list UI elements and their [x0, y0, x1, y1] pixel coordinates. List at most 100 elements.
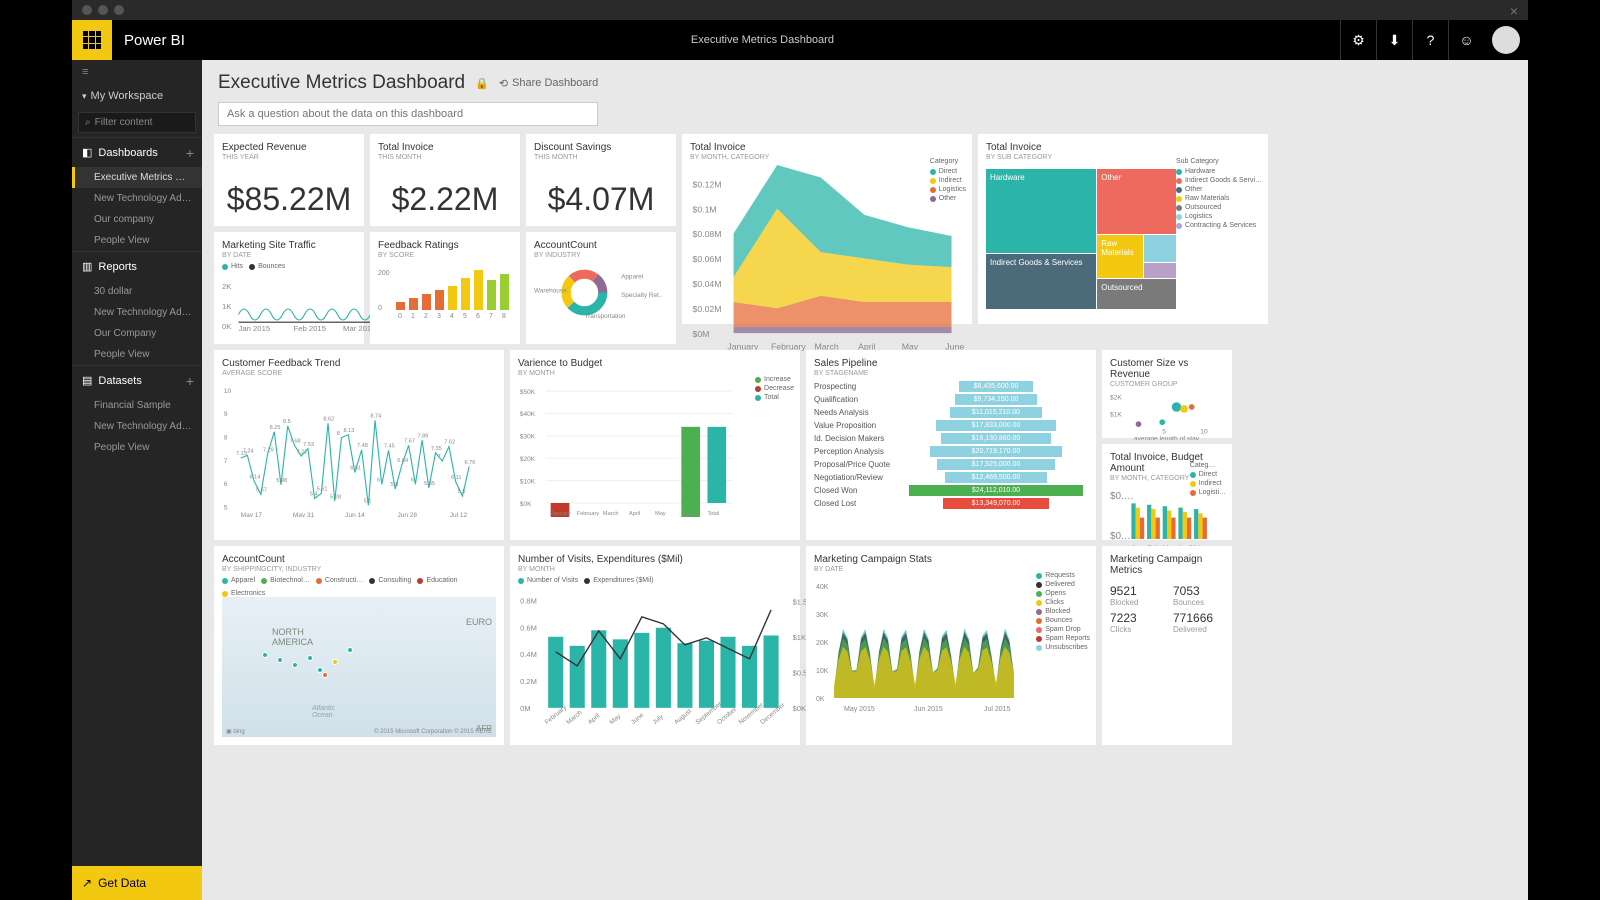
page-title: Executive Metrics Dashboard — [218, 72, 465, 94]
svg-text:May 17: May 17 — [241, 512, 263, 517]
qa-input[interactable] — [218, 102, 598, 126]
svg-text:$0.…: $0.… — [1110, 531, 1134, 542]
svg-text:$0K: $0K — [520, 501, 532, 508]
window-control-maximize[interactable] — [114, 5, 124, 15]
sidebar-item-report[interactable]: 30 dollar — [72, 281, 202, 302]
kpi-total-invoice[interactable]: Total Invoice THIS MONTH $2.22M — [370, 134, 520, 226]
svg-text:January: January — [551, 511, 571, 517]
settings-icon[interactable]: ⚙ — [1340, 20, 1376, 60]
svg-text:April: April — [629, 511, 640, 517]
svg-text:3: 3 — [437, 313, 441, 320]
svg-text:8.74: 8.74 — [370, 414, 381, 420]
share-button[interactable]: ⟲Share Dashboard — [499, 77, 598, 90]
hamburger-icon[interactable]: ≡ — [72, 60, 202, 84]
svg-text:$0.…: $0.… — [1110, 491, 1134, 502]
svg-text:$0M: $0M — [692, 329, 709, 339]
chart-variance[interactable]: Varience to Budget BY MONTH IncreaseDecr… — [510, 350, 800, 540]
svg-text:5.61: 5.61 — [317, 487, 328, 493]
svg-text:Feb 2015: Feb 2015 — [294, 324, 326, 331]
svg-text:6.14: 6.14 — [249, 474, 260, 480]
kpi-expected-revenue[interactable]: Expected Revenue THIS YEAR $85.22M — [214, 134, 364, 226]
svg-text:6.11: 6.11 — [451, 475, 461, 481]
add-dashboard-icon[interactable]: + — [186, 145, 194, 161]
sidebar-item-report[interactable]: New Technology Adopti… — [72, 302, 202, 323]
svg-text:Jun 14: Jun 14 — [345, 512, 365, 517]
svg-text:Jun 28: Jun 28 — [397, 512, 417, 517]
sidebar-item-report[interactable]: People View — [72, 344, 202, 365]
get-data-button[interactable]: ↗Get Data — [72, 866, 202, 900]
sidebar-item-dataset[interactable]: New Technology Adopti… — [72, 416, 202, 437]
svg-text:5.98: 5.98 — [276, 478, 287, 484]
sidebar-item-dashboard[interactable]: New Technology Adoption — [72, 188, 202, 209]
svg-text:7.45: 7.45 — [384, 444, 395, 450]
svg-text:Jun 2015: Jun 2015 — [914, 706, 943, 713]
svg-text:8.13: 8.13 — [344, 428, 355, 434]
main-content: Executive Metrics Dashboard 🔒 ⟲Share Das… — [202, 60, 1528, 900]
svg-text:6.51: 6.51 — [350, 466, 361, 472]
sidebar-section-dashboards[interactable]: ◧Dashboards+ — [72, 137, 202, 167]
chart-account-count[interactable]: AccountCount BY INDUSTRY Warehouse…Appar… — [526, 232, 676, 344]
svg-text:5: 5 — [463, 313, 467, 320]
chart-visits[interactable]: Number of Visits, Expenditures ($Mil) BY… — [510, 546, 800, 745]
help-icon[interactable]: ? — [1412, 20, 1448, 60]
app-launcher-icon[interactable] — [72, 20, 112, 60]
sidebar-section-reports[interactable]: ▥Reports — [72, 251, 202, 281]
sidebar: ≡ ▾My Workspace ⌕Filter content ◧Dashboa… — [72, 60, 202, 900]
svg-text:$0.04M: $0.04M — [692, 279, 721, 289]
lock-icon: 🔒 — [475, 77, 489, 90]
sidebar-item-dashboard[interactable]: People View — [72, 230, 202, 251]
svg-text:0: 0 — [378, 305, 382, 312]
map-visual[interactable]: NORTHAMERICA EURO AtlanticOcean AFR ▣ bi… — [222, 597, 496, 737]
workspace-selector[interactable]: ▾My Workspace — [72, 84, 202, 108]
svg-text:7.24: 7.24 — [243, 449, 254, 455]
user-avatar[interactable] — [1492, 26, 1520, 54]
add-dataset-icon[interactable]: + — [186, 373, 194, 389]
svg-text:Warehouse…: Warehouse… — [534, 288, 573, 295]
dashboard-icon: ◧ — [82, 146, 92, 159]
svg-text:$0K: $0K — [793, 704, 806, 713]
svg-text:$1K: $1K — [1110, 412, 1122, 419]
svg-text:0.8M: 0.8M — [520, 596, 537, 605]
chart-invoice-subcategory[interactable]: Total Invoice BY SUB CATEGORY Sub Catego… — [978, 134, 1268, 324]
window-control-minimize[interactable] — [98, 5, 108, 15]
svg-text:6: 6 — [224, 481, 228, 488]
chart-invoice-budget[interactable]: Total Invoice, Budget Amount BY MONTH, C… — [1102, 444, 1232, 540]
svg-text:April: April — [587, 712, 601, 724]
svg-text:30K: 30K — [816, 612, 829, 619]
svg-text:July: July — [651, 713, 665, 724]
feedback-icon[interactable]: ☺ — [1448, 20, 1484, 60]
chart-customer-trend[interactable]: Customer Feedback Trend AVERAGE SCORE 7.… — [214, 350, 504, 540]
svg-text:$50K: $50K — [520, 389, 536, 396]
close-icon[interactable]: × — [1510, 3, 1518, 19]
svg-text:7: 7 — [489, 313, 493, 320]
chart-site-traffic[interactable]: Marketing Site Traffic BY DATE HitsBounc… — [214, 232, 364, 344]
sidebar-item-report[interactable]: Our Company — [72, 323, 202, 344]
sidebar-item-dataset[interactable]: People View — [72, 437, 202, 458]
sidebar-item-dataset[interactable]: Financial Sample — [72, 395, 202, 416]
sidebar-item-dashboard[interactable]: Our company — [72, 209, 202, 230]
chart-invoice-category[interactable]: Total Invoice BY MONTH, CATEGORY Categor… — [682, 134, 972, 324]
legend: Category Direct Indirect Logistics Other — [930, 158, 966, 204]
kpi-discount-savings[interactable]: Discount Savings THIS MONTH $4.07M — [526, 134, 676, 226]
chart-customer-size[interactable]: Customer Size vs Revenue CUSTOMER GROUP … — [1102, 350, 1232, 438]
download-icon[interactable]: ⬇ — [1376, 20, 1412, 60]
app-window: × Power BI Executive Metrics Dashboard ⚙… — [72, 0, 1528, 900]
titlebar: × — [72, 0, 1528, 20]
chart-pipeline[interactable]: Sales Pipeline BY STAGENAME Prospecting$… — [806, 350, 1096, 540]
chart-feedback[interactable]: Feedback Ratings BY SCORE 0123456782000 — [370, 232, 520, 344]
svg-text:7.53: 7.53 — [303, 442, 314, 448]
card-campaign-metrics[interactable]: Marketing Campaign Metrics 9521Blocked70… — [1102, 546, 1232, 745]
chart-campaign-stats[interactable]: Marketing Campaign Stats BY DATE Request… — [806, 546, 1096, 745]
svg-text:June: June — [681, 511, 693, 517]
dataset-icon: ▤ — [82, 374, 92, 387]
workspace-label: My Workspace — [91, 90, 164, 102]
sidebar-item-dashboard[interactable]: Executive Metrics Dashb… — [72, 167, 202, 188]
chart-account-map[interactable]: AccountCount BY SHIPPINGCITY, INDUSTRY A… — [214, 546, 504, 745]
svg-text:$0.06M: $0.06M — [692, 254, 721, 264]
window-control-close[interactable] — [82, 5, 92, 15]
svg-text:$0.02M: $0.02M — [692, 304, 721, 314]
svg-text:May: May — [608, 712, 622, 724]
svg-text:9: 9 — [224, 411, 228, 418]
sidebar-section-datasets[interactable]: ▤Datasets+ — [72, 365, 202, 395]
filter-input[interactable]: ⌕Filter content — [78, 112, 196, 133]
